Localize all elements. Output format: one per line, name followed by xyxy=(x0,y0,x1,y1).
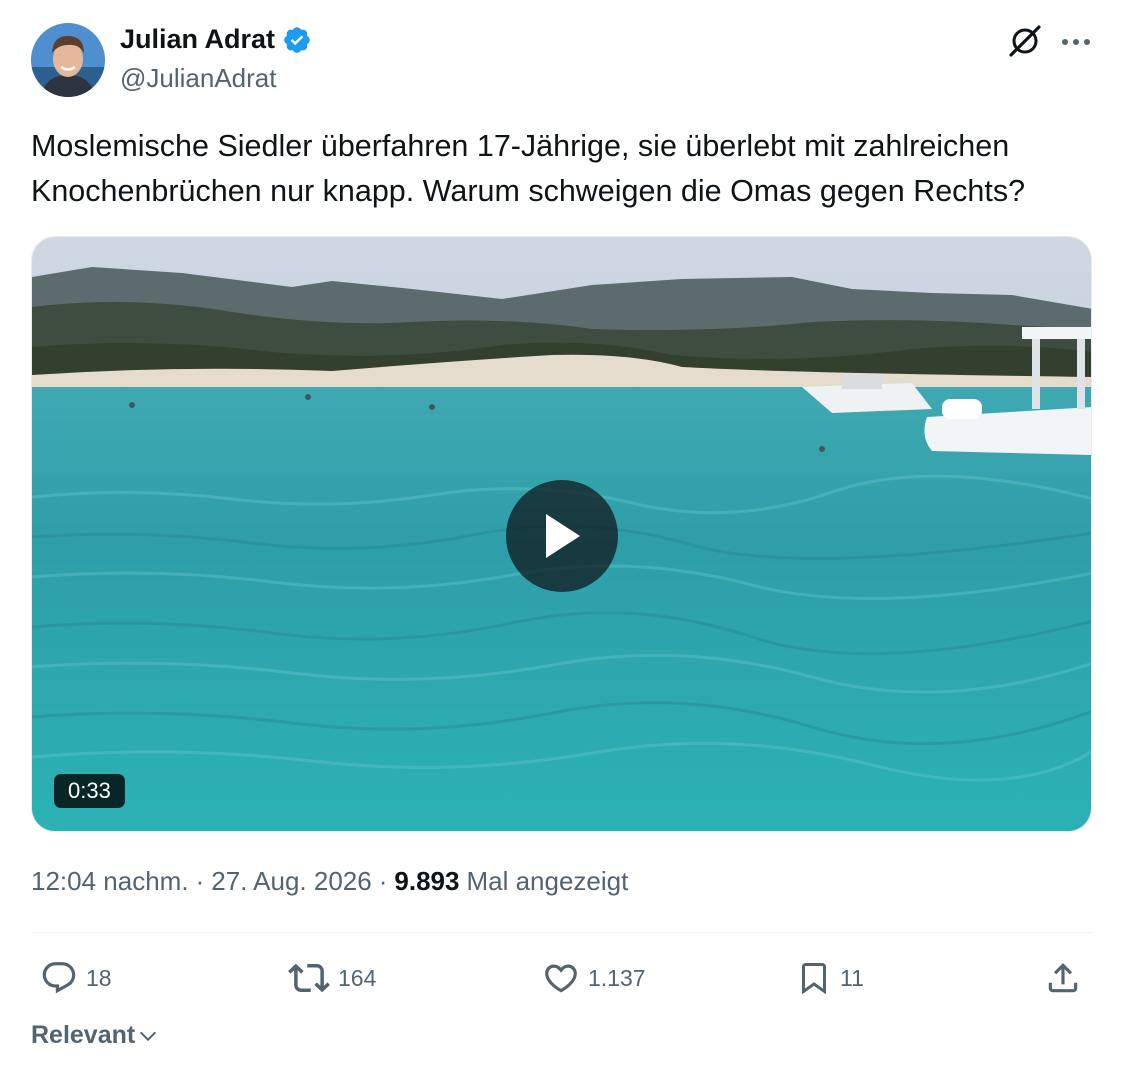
tweet-text: Moslemische Siedler überfahren 17-Jährig… xyxy=(31,129,1026,208)
divider xyxy=(31,932,1092,933)
bookmark-count: 11 xyxy=(840,964,864,991)
meta-separator: · xyxy=(195,866,205,896)
video-duration: 0:33 xyxy=(54,774,125,808)
author-name-row[interactable]: Julian Adrat xyxy=(120,24,312,55)
views-label: Mal angezeigt xyxy=(466,866,629,896)
play-button[interactable] xyxy=(506,480,618,592)
repost-button[interactable]: 164 xyxy=(288,956,376,1000)
bookmark-button[interactable]: 11 xyxy=(796,956,864,1000)
play-icon xyxy=(546,514,580,558)
tweet-date[interactable]: 27. Aug. 2026 xyxy=(211,866,371,897)
avatar[interactable] xyxy=(31,23,105,97)
views-count: 9.893 xyxy=(394,866,460,896)
sort-label: Relevant xyxy=(31,1021,136,1049)
more-icon xyxy=(1062,39,1090,45)
chevron-down-icon xyxy=(140,1031,157,1041)
like-button[interactable]: 1.137 xyxy=(542,956,646,1000)
like-icon xyxy=(545,964,577,993)
reply-count: 18 xyxy=(86,964,112,991)
author-handle[interactable]: @JulianAdrat xyxy=(120,63,276,94)
meta-separator: · xyxy=(378,866,388,896)
repost-icon xyxy=(288,963,330,993)
grok-button[interactable] xyxy=(1006,22,1044,60)
reply-icon xyxy=(42,962,76,994)
verified-badge-icon xyxy=(282,25,312,55)
tweet-time[interactable]: 12:04 nachm. xyxy=(31,866,189,897)
video-player[interactable]: 0:33 xyxy=(31,236,1092,832)
grok-icon xyxy=(1009,25,1041,57)
like-count: 1.137 xyxy=(588,964,646,991)
bookmark-icon xyxy=(802,963,826,995)
more-button[interactable] xyxy=(1058,24,1094,60)
repost-count: 164 xyxy=(338,964,377,991)
share-icon xyxy=(1048,963,1078,993)
tweet-meta: 12:04 nachm. · 27. Aug. 2026 · 9.893 Mal… xyxy=(31,866,628,897)
author-name[interactable]: Julian Adrat xyxy=(120,24,275,55)
avatar-image xyxy=(31,23,105,97)
reply-button[interactable]: 18 xyxy=(40,956,112,1000)
share-button[interactable] xyxy=(1044,956,1082,1000)
sort-dropdown[interactable]: Relevant xyxy=(31,1021,159,1050)
